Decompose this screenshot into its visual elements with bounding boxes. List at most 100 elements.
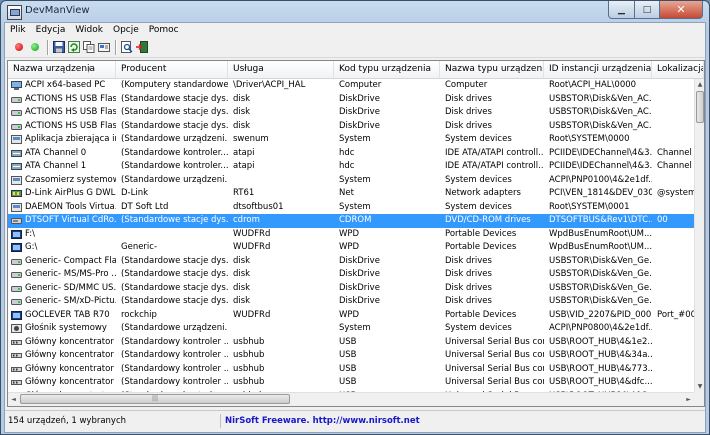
table-cell: Disk drives (445, 107, 492, 117)
column-header-name[interactable]: Nazwa urządzenia / (8, 61, 116, 78)
table-cell: hdc (339, 147, 355, 158)
table-cell: ACTIONS HS USB Flas... (25, 107, 116, 117)
table-cell: DTSOFTBUS&Rev1\DTC... (549, 215, 652, 225)
menu-plik[interactable]: Plik (5, 23, 31, 38)
table-cell (652, 295, 694, 309)
table-row[interactable]: DAEMON Tools Virtua... DT Soft Ltd dtsoftb… (8, 201, 694, 215)
enable-device-icon[interactable] (15, 43, 23, 51)
table-row-selected[interactable]: DTSOFT Virtual CdRo... (Standardowe stacj… (8, 214, 694, 228)
table-cell: USBSTOR\Disk&Ven_AC... (549, 93, 652, 104)
table-row[interactable]: Aplikacja zbierająca in... (Standardowe u… (8, 133, 694, 147)
table-row[interactable]: Generic- Compact Fla... (Standardowe stac… (8, 255, 694, 269)
table-cell: disk (233, 255, 251, 266)
table-cell: Disk drives (445, 93, 492, 104)
table-row[interactable]: Generic- SM/xD-Pictu... (Standardowe stac… (8, 295, 694, 309)
table-cell: ACTIONS HS USB Flas... (25, 93, 116, 104)
table-cell: (Standardowe stacje dys... (121, 255, 228, 266)
table-row[interactable]: ACTIONS HS USB Flas... (Standardowe stacj… (8, 120, 694, 134)
table-cell: Universal Serial Bus cont... (445, 350, 544, 360)
table-row[interactable]: D-Link AirPlus G DWL... D-Link RT61 Net Netw… (8, 187, 694, 201)
column-header-location[interactable]: Lokalizacja (652, 61, 704, 78)
sort-indicator: / (88, 65, 91, 74)
menu-edycja[interactable]: Edycja (31, 23, 71, 38)
vertical-scrollbar[interactable]: ▲ ▼ (694, 79, 704, 392)
table-row[interactable]: Główny koncentrator ... (Standardowy kont… (8, 376, 694, 390)
portable-device-icon (11, 310, 22, 320)
horizontal-scrollbar[interactable]: ◄ ||| ► (8, 392, 694, 406)
table-cell: USB\VID_2207&PID_000... (549, 309, 652, 320)
table-cell: ATA Channel 0 (25, 147, 87, 158)
find-icon[interactable] (121, 41, 133, 53)
table-cell: D-Link (121, 188, 149, 198)
scroll-down-icon[interactable]: ▼ (695, 381, 704, 392)
table-cell: Channel 1 (657, 161, 694, 171)
table-row[interactable]: Główny koncentrator ... (Standardowy kont… (8, 363, 694, 377)
table-cell: USB (339, 336, 357, 347)
table-cell (652, 120, 694, 134)
table-row[interactable]: Generic- MS/MS-Pro ... (Standardowe stacj… (8, 268, 694, 282)
table-row[interactable]: ACTIONS HS USB Flas... (Standardowe stacj… (8, 93, 694, 107)
scroll-up-icon[interactable]: ▲ (695, 79, 704, 90)
table-row[interactable]: ATA Channel 0 (Standardowe kontroler... at… (8, 147, 694, 161)
table-cell (228, 322, 334, 336)
table-cell: PCI\VEN_1814&DEV_030... (549, 188, 652, 198)
computer-device-icon (11, 81, 22, 90)
device-list[interactable]: Nazwa urządzenia / Producent Usługa Kod t… (7, 60, 705, 407)
menu-opcje[interactable]: Opcje (108, 23, 144, 38)
menu-pomoc[interactable]: Pomoc (144, 23, 184, 38)
scroll-right-icon[interactable]: ► (683, 393, 694, 406)
disable-device-icon[interactable] (31, 43, 39, 51)
column-header-type-name[interactable]: Nazwa typu urządzenia (440, 61, 544, 78)
column-header-type-code[interactable]: Kod typu urządzenia (334, 61, 440, 78)
app-window: DevManView ▁ □ ✕ Plik Edycja Widok Opcje… (0, 0, 710, 435)
maximize-button[interactable]: □ (635, 1, 660, 19)
table-row[interactable]: Główny koncentrator ... (Standardowy kont… (8, 349, 694, 363)
close-button[interactable]: ✕ (660, 1, 703, 19)
vertical-scroll-thumb[interactable] (696, 91, 704, 123)
table-cell: System (339, 201, 371, 212)
table-row[interactable]: Głośnik systemowy (Standardowe urządzeni.… (8, 322, 694, 336)
table-cell: WUDFRd (233, 228, 271, 239)
table-cell: USBSTOR\Disk&Ven_Ge... (549, 269, 652, 279)
table-cell: ACTIONS HS USB Flas... (25, 120, 116, 131)
table-row[interactable]: GOCLEVER TAB R70 rockchip WUDFRd WPD Portabl… (8, 309, 694, 323)
table-row[interactable]: ACPI x64-based PC (Komputery standardowe)… (8, 79, 694, 93)
status-credit-link[interactable]: NirSoft Freeware. http://www.nirsoft.net (225, 414, 420, 428)
table-row[interactable]: ACTIONS HS USB Flas... (Standardowe stacj… (8, 106, 694, 120)
table-cell: WPD (339, 309, 360, 320)
copy-icon[interactable] (83, 41, 95, 53)
table-cell: DiskDrive (339, 120, 380, 131)
table-cell: dtsoftbus01 (233, 201, 284, 212)
minimize-button[interactable]: ▁ (608, 1, 635, 19)
table-row[interactable]: F:\ WUDFRd WPD Portable Devices WpdBusEnumRo… (8, 228, 694, 242)
table-row[interactable]: Generic- SD/MMC US... (Standardowe stacje… (8, 282, 694, 296)
table-row[interactable]: G:\ Generic- WUDFRd WPD Portable Devices WpdB… (8, 241, 694, 255)
refresh-icon[interactable] (68, 41, 80, 53)
table-cell: \Driver\ACPI_HAL (233, 80, 306, 90)
table-cell: USB\ROOT_HUB\4&1e2... (549, 336, 652, 347)
table-cell: System devices (445, 134, 512, 144)
table-cell: disk (233, 269, 251, 279)
table-cell: Główny koncentrator ... (25, 377, 116, 387)
table-cell: Generic- SM/xD-Pictu... (25, 296, 116, 306)
column-header-producer[interactable]: Producent (116, 61, 228, 78)
exit-icon[interactable] (136, 41, 148, 53)
table-cell (652, 376, 694, 390)
column-header-instance-id[interactable]: ID instancji urządzenia (544, 61, 652, 78)
table-row[interactable]: ATA Channel 1 (Standardowe kontroler... at… (8, 160, 694, 174)
column-header-service[interactable]: Usługa (228, 61, 334, 78)
scroll-left-icon[interactable]: ◄ (8, 393, 19, 406)
menu-widok[interactable]: Widok (70, 23, 108, 38)
table-cell: USBSTOR\Disk&Ven_AC... (549, 107, 652, 117)
toolbar (5, 38, 705, 58)
save-icon[interactable] (53, 41, 65, 53)
table-cell: DiskDrive (339, 269, 380, 279)
title-bar[interactable]: DevManView ▁ □ ✕ (1, 1, 709, 23)
table-cell: DiskDrive (339, 107, 380, 117)
horizontal-scroll-thumb[interactable]: ||| (20, 394, 290, 404)
table-cell (652, 133, 694, 147)
table-row[interactable]: Czasomierz systemowy (Standardowe urządze… (8, 174, 694, 188)
drive-device-icon (11, 257, 22, 266)
table-row[interactable]: Główny koncentrator ... (Standardowy kont… (8, 336, 694, 350)
properties-icon[interactable] (98, 41, 110, 53)
